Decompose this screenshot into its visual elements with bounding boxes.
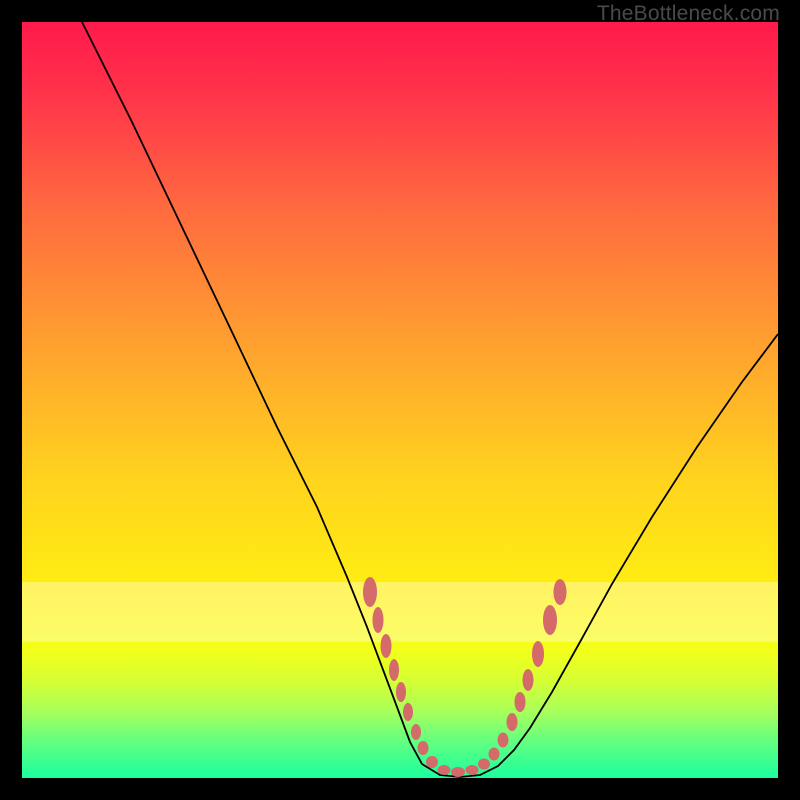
curve-marker bbox=[396, 682, 406, 702]
curve-marker bbox=[554, 579, 567, 605]
curve-marker bbox=[489, 748, 500, 761]
curve-marker bbox=[426, 756, 438, 768]
bottleneck-curve bbox=[82, 22, 778, 777]
curve-marker bbox=[478, 759, 490, 770]
curve-marker bbox=[363, 577, 377, 607]
curve-marker bbox=[498, 733, 509, 748]
curve-marker bbox=[507, 713, 518, 731]
curve-marker bbox=[403, 703, 413, 721]
curve-marker bbox=[466, 765, 479, 775]
curve-marker bbox=[543, 605, 557, 635]
curve-marker bbox=[532, 641, 544, 667]
curve-marker bbox=[451, 767, 465, 777]
curve-marker bbox=[438, 765, 451, 775]
curve-marker bbox=[389, 659, 399, 681]
curve-marker bbox=[373, 607, 384, 633]
chart-area bbox=[22, 22, 778, 778]
chart-svg bbox=[22, 22, 778, 778]
curve-marker bbox=[515, 692, 526, 712]
watermark-text: TheBottleneck.com bbox=[597, 2, 780, 26]
curve-marker bbox=[523, 669, 534, 691]
curve-marker bbox=[381, 634, 392, 658]
curve-marker bbox=[411, 724, 421, 740]
pale-band bbox=[22, 582, 778, 642]
curve-marker bbox=[418, 741, 429, 755]
